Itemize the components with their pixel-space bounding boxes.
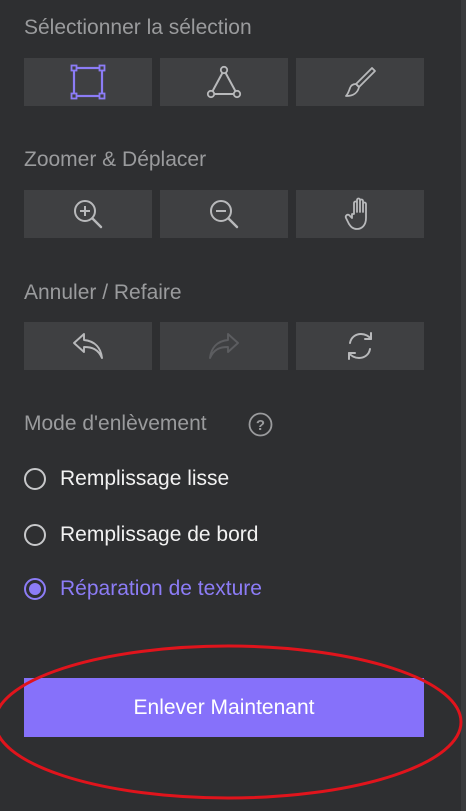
selection-tool-row bbox=[24, 58, 424, 106]
zoom-out-button[interactable] bbox=[160, 190, 288, 238]
panel-edge bbox=[461, 0, 466, 811]
tool-panel: Sélectionner la sélection Zoomer & Dépla… bbox=[0, 0, 466, 811]
hand-pan-button[interactable] bbox=[296, 190, 424, 238]
reset-icon bbox=[348, 332, 372, 360]
reset-button[interactable] bbox=[296, 322, 424, 370]
polygon-lasso-button[interactable] bbox=[160, 58, 288, 106]
mode-section-title: Mode d'enlèvement bbox=[24, 412, 207, 435]
brush-button[interactable] bbox=[296, 58, 424, 106]
radio-label: Réparation de texture bbox=[60, 577, 262, 600]
rectangle-select-icon bbox=[70, 64, 106, 100]
remove-now-button[interactable]: Enlever Maintenant bbox=[24, 678, 424, 737]
rectangle-select-button[interactable] bbox=[24, 58, 152, 106]
radio-edge-fill[interactable]: Remplissage de bord bbox=[24, 523, 258, 547]
polygon-lasso-icon bbox=[206, 65, 242, 99]
selection-section-title: Sélectionner la sélection bbox=[24, 16, 252, 39]
zoom-out-icon bbox=[210, 200, 239, 229]
radio-texture-repair[interactable]: Réparation de texture bbox=[24, 577, 262, 601]
undo-tool-row bbox=[24, 322, 424, 370]
undo-section-title: Annuler / Refaire bbox=[24, 281, 182, 304]
zoom-tool-row bbox=[24, 190, 424, 238]
redo-button[interactable] bbox=[160, 322, 288, 370]
radio-button[interactable] bbox=[24, 524, 46, 546]
radio-label: Remplissage lisse bbox=[60, 467, 230, 490]
help-icon[interactable]: ? bbox=[248, 412, 273, 437]
radio-button[interactable] bbox=[24, 468, 46, 490]
hand-pan-icon bbox=[344, 197, 367, 230]
radio-label: Remplissage de bord bbox=[60, 523, 259, 546]
undo-icon bbox=[73, 333, 103, 359]
radio-button-selected[interactable] bbox=[24, 578, 46, 600]
svg-text:?: ? bbox=[256, 417, 265, 434]
brush-icon bbox=[345, 67, 376, 97]
zoom-in-icon bbox=[74, 200, 103, 229]
zoom-in-button[interactable] bbox=[24, 190, 152, 238]
undo-button[interactable] bbox=[24, 322, 152, 370]
redo-icon bbox=[209, 333, 239, 359]
radio-smooth-fill[interactable]: Remplissage lisse bbox=[24, 467, 229, 491]
zoom-section-title: Zoomer & Déplacer bbox=[24, 148, 207, 171]
